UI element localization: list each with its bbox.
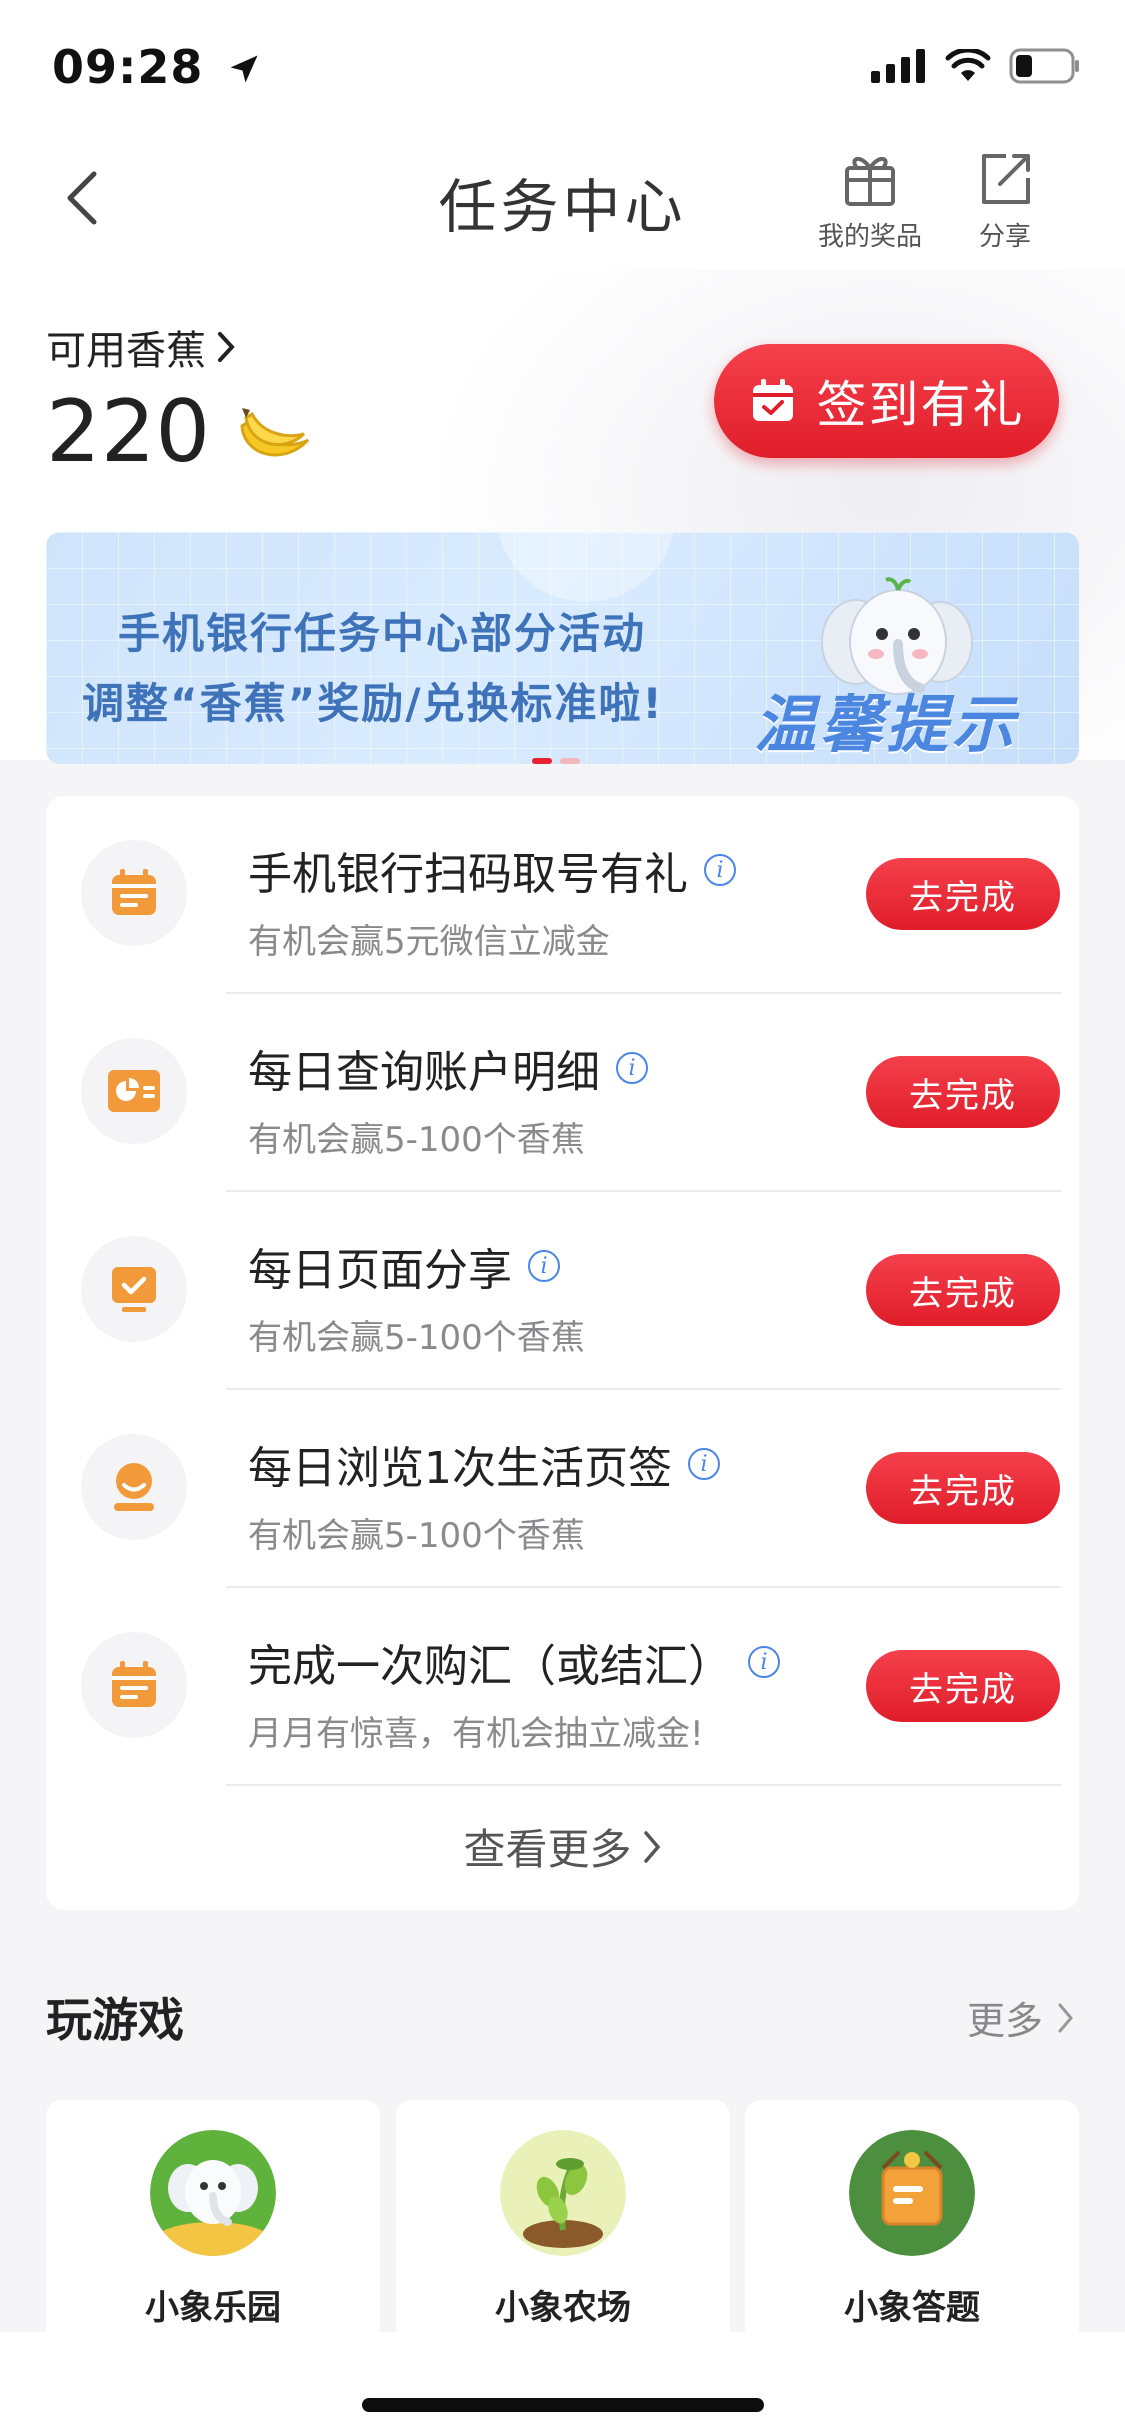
- task-complete-button[interactable]: 去完成: [866, 1650, 1060, 1722]
- user-icon: [114, 1463, 154, 1511]
- task-title-text: 完成一次购汇（或结汇）: [248, 1641, 732, 1692]
- checkin-button[interactable]: 签到有礼: [714, 344, 1059, 458]
- banner-pagination: [532, 758, 580, 764]
- chevron-right-icon: [218, 332, 235, 362]
- task-icon-circle: [81, 1236, 187, 1342]
- status-bar-time: 09:28: [52, 40, 262, 94]
- game-card-elephant-park[interactable]: 小象乐园: [46, 2100, 380, 2360]
- task-icon-circle: [81, 1632, 187, 1738]
- status-bar-right: [871, 48, 1081, 84]
- home-indicator[interactable]: [362, 2398, 764, 2412]
- divider: [226, 1784, 1061, 1786]
- task-subtitle: 月月有惊喜，有机会抽立减金!: [248, 1714, 704, 1754]
- game-label: 小象答题: [844, 2288, 980, 2328]
- task-icon-circle: [81, 1038, 187, 1144]
- task-title: 手机银行扫码取号有礼 i: [248, 838, 736, 902]
- task-complete-button[interactable]: 去完成: [866, 1452, 1060, 1524]
- info-icon[interactable]: i: [616, 1052, 648, 1084]
- available-bananas-link[interactable]: 可用香蕉: [46, 318, 236, 376]
- banner-line-1: 手机银行任务中心部分活动: [118, 609, 647, 658]
- task-row: 完成一次购汇（或结汇） i 月月有惊喜，有机会抽立减金! 去完成: [46, 1588, 1079, 1786]
- elephant-icon: [150, 2130, 276, 2256]
- location-arrow-icon: [230, 55, 258, 83]
- task-complete-button[interactable]: 去完成: [866, 1254, 1060, 1326]
- quiz-box-icon: [849, 2130, 975, 2256]
- calendar-check-icon: [752, 379, 793, 421]
- task-title: 完成一次购汇（或结汇） i: [248, 1630, 780, 1694]
- games-more-label: 更多: [966, 1999, 1043, 2043]
- signal-icon: [871, 49, 925, 83]
- banana-icon: [240, 408, 310, 457]
- task-title-text: 每日页面分享: [248, 1245, 512, 1296]
- games-more-link[interactable]: 更多: [967, 1990, 1075, 2045]
- banner-line-2: 调整“香蕉”奖励/兑换标准啦!: [82, 679, 664, 728]
- task-complete-button[interactable]: 去完成: [866, 1056, 1060, 1128]
- game-card-elephant-quiz[interactable]: 小象答题: [745, 2100, 1079, 2360]
- see-more-link[interactable]: 查看更多: [46, 1816, 1079, 1877]
- task-subtitle: 有机会赢5-100个香蕉: [248, 1318, 585, 1358]
- task-title: 每日查询账户明细 i: [248, 1036, 648, 1100]
- gift-icon: [845, 157, 895, 206]
- monitor-check-icon: [112, 1267, 156, 1312]
- task-title-text: 每日查询账户明细: [248, 1047, 600, 1098]
- share-label: 分享: [978, 222, 1031, 252]
- share-icon: [982, 154, 1030, 204]
- task-complete-button[interactable]: 去完成: [866, 858, 1060, 930]
- notice-banner[interactable]: 手机银行任务中心部分活动 调整“香蕉”奖励/兑换标准啦! 温馨提示: [46, 532, 1079, 764]
- calendar-icon: [112, 869, 156, 915]
- banner-tag: 温馨提示: [754, 688, 1019, 761]
- info-icon[interactable]: i: [688, 1448, 720, 1480]
- my-prizes-button[interactable]: 我的奖品: [818, 150, 922, 253]
- banana-balance: 220: [46, 382, 314, 482]
- game-label: 小象农场: [495, 2288, 631, 2328]
- task-title-text: 手机银行扫码取号有礼: [248, 849, 688, 900]
- home-indicator-area: [0, 2332, 1125, 2436]
- info-icon[interactable]: i: [528, 1250, 560, 1282]
- task-row: 每日浏览1次生活页签 i 有机会赢5-100个香蕉 去完成: [46, 1390, 1079, 1588]
- task-icon-circle: [81, 1434, 187, 1540]
- banner-dot: [560, 758, 580, 764]
- chevron-right-icon: [643, 1830, 660, 1863]
- calendar-icon: [112, 1661, 156, 1707]
- game-label: 小象乐园: [145, 2288, 281, 2328]
- banner-dot-active: [532, 758, 552, 764]
- see-more-label: 查看更多: [463, 1825, 632, 1874]
- task-subtitle: 有机会赢5-100个香蕉: [248, 1120, 585, 1160]
- banana-count: 220: [46, 382, 211, 482]
- share-button[interactable]: 分享: [976, 150, 1034, 253]
- task-subtitle: 有机会赢5-100个香蕉: [248, 1516, 585, 1556]
- checkin-label: 签到有礼: [816, 376, 1025, 434]
- my-prizes-label: 我的奖品: [818, 222, 923, 252]
- available-bananas-label: 可用香蕉: [46, 328, 206, 374]
- task-title-text: 每日浏览1次生活页签: [248, 1443, 672, 1494]
- task-row: 每日查询账户明细 i 有机会赢5-100个香蕉 去完成: [46, 994, 1079, 1192]
- games-section-title: 玩游戏: [46, 1993, 184, 2047]
- task-row: 每日页面分享 i 有机会赢5-100个香蕉 去完成: [46, 1192, 1079, 1390]
- game-card-elephant-farm[interactable]: 小象农场: [396, 2100, 730, 2360]
- task-list-card: 手机银行扫码取号有礼 i 有机会赢5元微信立减金 去完成 每日查询账户明细 i …: [46, 796, 1079, 1910]
- sprout-icon: [500, 2130, 626, 2256]
- page-title: 任务中心: [438, 173, 687, 241]
- chart-card-icon: [108, 1070, 160, 1112]
- task-title: 每日浏览1次生活页签 i: [248, 1432, 720, 1496]
- wifi-icon: [945, 49, 991, 81]
- chevron-right-icon: [1058, 2003, 1073, 2032]
- task-title: 每日页面分享 i: [248, 1234, 560, 1298]
- task-subtitle: 有机会赢5元微信立减金: [248, 922, 610, 962]
- info-icon[interactable]: i: [748, 1646, 780, 1678]
- task-icon-circle: [81, 840, 187, 946]
- info-icon[interactable]: i: [704, 854, 736, 886]
- battery-icon: [1009, 48, 1079, 84]
- task-row: 手机银行扫码取号有礼 i 有机会赢5元微信立减金 去完成: [46, 796, 1079, 994]
